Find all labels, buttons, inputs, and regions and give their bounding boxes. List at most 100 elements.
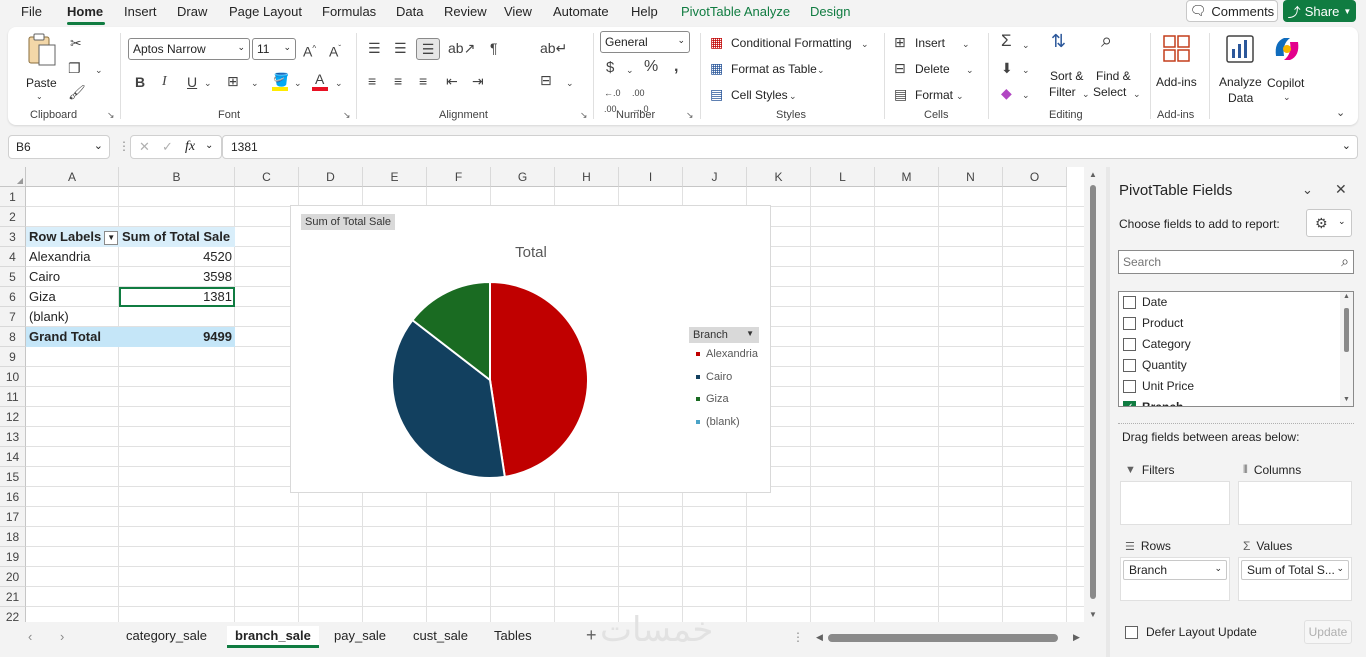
next-sheet-icon[interactable]: › <box>60 629 64 644</box>
expand-formula-icon[interactable]: ⌄ <box>1342 139 1351 152</box>
row-header-1[interactable]: 1 <box>0 187 26 207</box>
row-header-20[interactable]: 20 <box>0 567 26 587</box>
filter-dropdown-icon[interactable]: ▼ <box>104 230 119 245</box>
align-middle-icon[interactable]: ☰ <box>394 40 407 56</box>
merge-center-icon[interactable]: ⊟ <box>540 72 552 88</box>
values-field-pill[interactable]: Sum of Total S... ⌄ <box>1241 560 1349 580</box>
field-search-input[interactable] <box>1123 253 1323 271</box>
wrap-text-icon[interactable]: ab↵ <box>540 40 567 56</box>
orientation-icon[interactable]: ab↗ <box>448 40 475 56</box>
update-button[interactable]: Update <box>1304 620 1352 644</box>
field-search-box[interactable]: ⌕ <box>1118 250 1354 274</box>
dialog-launcher-icon[interactable]: ↘ <box>107 110 115 121</box>
pivot-header-row-labels[interactable]: Row Labels ▼ <box>26 227 119 247</box>
previous-sheet-icon[interactable]: ‹ <box>28 629 32 644</box>
vertical-scroll-thumb[interactable] <box>1090 185 1096 599</box>
values-drop-area[interactable]: Sum of Total S... ⌄ <box>1238 557 1352 601</box>
rows-field-pill[interactable]: Branch ⌄ <box>1123 560 1227 580</box>
pivot-row-label[interactable]: Alexandria <box>26 247 119 267</box>
checkbox[interactable] <box>1123 358 1136 372</box>
align-right-icon[interactable]: ≡ <box>419 73 427 89</box>
row-header-12[interactable]: 12 <box>0 407 26 427</box>
tab-home[interactable]: Home <box>67 4 103 19</box>
column-header-j[interactable]: J <box>683 167 747 187</box>
row-header-4[interactable]: 4 <box>0 247 26 267</box>
find-select-button[interactable]: ⌕ Find & Select ⌄ <box>1093 31 1141 99</box>
align-bottom-icon[interactable]: ☰ <box>416 38 440 60</box>
pivot-row-label[interactable]: Cairo <box>26 267 119 287</box>
sort-filter-button[interactable]: ⇅ Sort & Filter ⌄ <box>1048 32 1090 99</box>
tab-review[interactable]: Review <box>444 4 487 19</box>
checkbox[interactable]: ✓ <box>1123 400 1136 406</box>
tab-file[interactable]: File <box>21 4 42 19</box>
checkbox[interactable] <box>1123 316 1136 330</box>
chevron-down-icon[interactable]: ⌄ <box>205 140 213 151</box>
column-header-g[interactable]: G <box>491 167 555 187</box>
chevron-down-icon[interactable]: ⌄ <box>95 62 103 78</box>
autosum-icon[interactable]: Σ <box>1001 32 1012 49</box>
row-header-3[interactable]: 3 <box>0 227 26 247</box>
copy-icon[interactable]: ❐ <box>68 60 81 76</box>
addins-button[interactable]: Add-ins <box>1155 33 1201 93</box>
chevron-down-icon[interactable]: ⌄ <box>251 75 259 91</box>
scroll-right-icon[interactable]: ▶ <box>1073 632 1080 643</box>
checkbox[interactable] <box>1125 625 1138 639</box>
add-sheet-icon[interactable]: + <box>586 625 597 646</box>
column-header-a[interactable]: A <box>26 167 119 187</box>
field-list-scrollbar[interactable]: ▲ ▼ <box>1340 292 1353 406</box>
dialog-launcher-icon[interactable]: ↘ <box>343 110 351 121</box>
columns-drop-area[interactable] <box>1238 481 1352 525</box>
collapse-ribbon-icon[interactable]: ⌄ <box>1336 105 1345 121</box>
copilot-button[interactable]: Copilot ⌄ <box>1264 33 1312 103</box>
column-header-i[interactable]: I <box>619 167 683 187</box>
row-header-5[interactable]: 5 <box>0 267 26 287</box>
italic-icon[interactable]: I <box>162 74 167 90</box>
chevron-down-icon[interactable]: ⌄ <box>626 62 634 78</box>
legend-entry[interactable]: Cairo <box>696 371 732 383</box>
chevron-down-icon[interactable]: ⌄ <box>335 75 343 91</box>
pivot-grand-total-label[interactable]: Grand Total <box>26 327 119 347</box>
sheet-tab-branch-sale[interactable]: branch_sale <box>227 626 319 648</box>
chevron-down-icon[interactable]: ⌄ <box>294 75 302 91</box>
bold-icon[interactable]: B <box>135 74 145 90</box>
scroll-down-icon[interactable]: ▼ <box>1089 610 1097 619</box>
row-header-18[interactable]: 18 <box>0 527 26 547</box>
name-box[interactable]: B6 ⌄ <box>8 135 110 159</box>
currency-icon[interactable]: $ <box>606 60 614 76</box>
legend-field-button[interactable]: Branch ▼ <box>689 327 759 343</box>
column-header-f[interactable]: F <box>427 167 491 187</box>
sheet-tab-tables[interactable]: Tables <box>494 628 532 643</box>
row-header-17[interactable]: 17 <box>0 507 26 527</box>
cell-styles-button[interactable]: ▤ Cell Styles ⌄ <box>710 86 805 104</box>
scroll-up-icon[interactable]: ▲ <box>1343 293 1350 300</box>
row-header-14[interactable]: 14 <box>0 447 26 467</box>
cancel-icon[interactable]: ✕ <box>139 139 150 155</box>
paste-button[interactable]: Paste ⌄ <box>22 33 62 101</box>
tab-formulas[interactable]: Formulas <box>322 4 376 19</box>
align-top-icon[interactable]: ☰ <box>368 40 381 56</box>
tab-pivottable-analyze[interactable]: PivotTable Analyze <box>681 4 790 19</box>
align-center-icon[interactable]: ≡ <box>394 73 402 89</box>
row-header-16[interactable]: 16 <box>0 487 26 507</box>
column-header-n[interactable]: N <box>939 167 1003 187</box>
row-header-2[interactable]: 2 <box>0 207 26 227</box>
fill-icon[interactable]: ⬇ <box>1001 60 1013 76</box>
defer-layout-update-checkbox[interactable]: Defer Layout Update <box>1125 625 1257 639</box>
tab-design[interactable]: Design <box>810 4 850 19</box>
row-header-13[interactable]: 13 <box>0 427 26 447</box>
row-header-15[interactable]: 15 <box>0 467 26 487</box>
scroll-down-icon[interactable]: ▼ <box>1343 396 1350 403</box>
checkbox[interactable] <box>1123 295 1136 309</box>
pivot-grand-total-value[interactable]: 9499 <box>119 327 235 347</box>
horizontal-scroll-thumb[interactable] <box>828 634 1058 642</box>
share-button[interactable]: ⤴ Share ▼ <box>1283 0 1356 22</box>
dialog-launcher-icon[interactable]: ↘ <box>580 110 588 121</box>
conditional-formatting-button[interactable]: ▦ Conditional Formatting ⌄ <box>710 34 875 52</box>
row-header-10[interactable]: 10 <box>0 367 26 387</box>
field-item-branch[interactable]: ✓ Branch <box>1123 400 1183 406</box>
column-header-h[interactable]: H <box>555 167 619 187</box>
close-icon[interactable]: ✕ <box>1335 181 1347 198</box>
pane-splitter[interactable] <box>1106 167 1110 657</box>
column-header-o[interactable]: O <box>1003 167 1067 187</box>
row-header-19[interactable]: 19 <box>0 547 26 567</box>
